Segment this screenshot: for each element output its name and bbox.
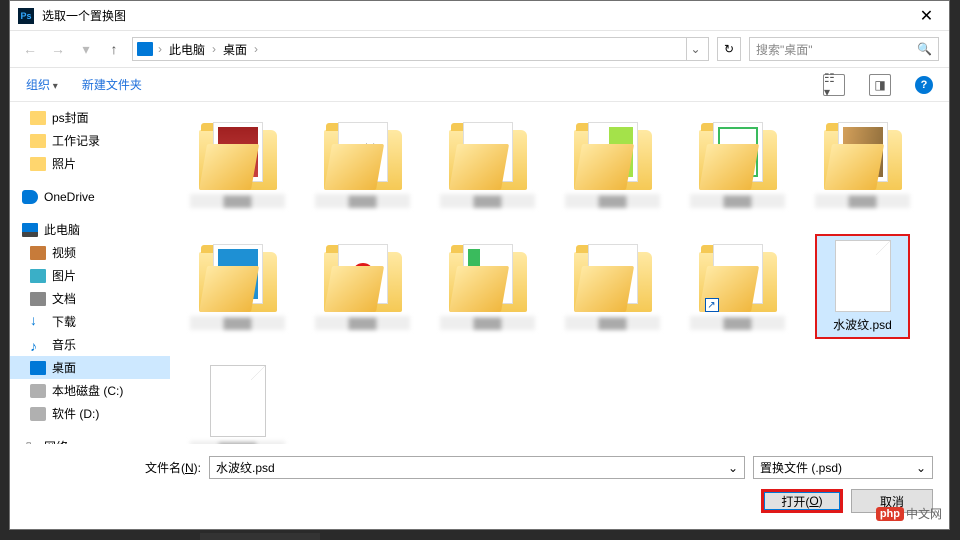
sidebar-item-onedrive[interactable]: OneDrive — [10, 185, 170, 208]
breadcrumb-sep-icon: › — [155, 42, 165, 56]
breadcrumb-sep-icon: › — [209, 42, 219, 56]
file-label-redacted: ▇▇▇ — [565, 194, 660, 208]
folder-item[interactable]: ▇▇▇ — [190, 112, 285, 214]
sidebar-item-ps-cover[interactable]: ps封面 — [10, 106, 170, 129]
open-button[interactable]: 打开(O) — [761, 489, 843, 513]
breadcrumb-root[interactable]: 此电脑 — [167, 41, 207, 58]
file-label-redacted: ▇▇▇ — [815, 194, 910, 208]
sidebar-item-music[interactable]: 音乐 — [10, 333, 170, 356]
sidebar-item-pictures[interactable]: 图片 — [10, 264, 170, 287]
folder-item[interactable]: {} ▇▇▇ — [190, 234, 285, 339]
toolbar: 组织 新建文件夹 ☷ ▾ ◨ ? — [10, 68, 949, 102]
window-title: 选取一个置换图 — [42, 7, 904, 24]
psd-file-item[interactable]: ▇▇▇▇ ▇▇ — [190, 359, 285, 444]
file-label-redacted: ▇▇▇▇ — [190, 441, 285, 444]
file-label-redacted: ▇▇▇ — [190, 316, 285, 330]
sidebar-item-this-pc[interactable]: 此电脑 — [10, 218, 170, 241]
dropdown-icon[interactable]: ⌄ — [728, 461, 738, 475]
file-label: 水波纹.psd — [815, 316, 910, 333]
sidebar-item-network[interactable]: 网络 — [10, 435, 170, 444]
navigation-bar: ← → ▾ ↑ › 此电脑 › 桌面 › ⌄ ↻ 搜索"桌面" 🔍 — [10, 31, 949, 68]
breadcrumb-bar[interactable]: › 此电脑 › 桌面 › ⌄ — [132, 37, 709, 61]
dropdown-icon: ⌄ — [916, 461, 926, 475]
psd-file-icon — [835, 240, 891, 312]
file-label-redacted: ▇▇▇ — [565, 316, 660, 330]
file-open-dialog: Ps 选取一个置换图 ✕ ← → ▾ ↑ › 此电脑 › 桌面 › ⌄ ↻ 搜索… — [9, 0, 950, 530]
sidebar-item-documents[interactable]: 文档 — [10, 287, 170, 310]
sidebar-item-disk-c[interactable]: 本地磁盘 (C:) — [10, 379, 170, 402]
photoshop-icon: Ps — [18, 8, 34, 24]
psd-file-selected[interactable]: 水波纹.psd — [815, 234, 910, 339]
titlebar: Ps 选取一个置换图 ✕ — [10, 1, 949, 31]
organize-menu[interactable]: 组织 — [26, 76, 58, 93]
folder-item[interactable]: ▇▇▇ — [565, 112, 660, 214]
search-icon: 🔍 — [917, 42, 932, 56]
folder-item[interactable]: ▇▇▇ — [440, 234, 535, 339]
folder-shortcut-item[interactable]: ↗ ▇▇▇ — [690, 234, 785, 339]
view-options-button[interactable]: ☷ ▾ — [823, 74, 845, 96]
sidebar-item-desktop[interactable]: 桌面 — [10, 356, 170, 379]
file-label-redacted: ▇▇▇ — [190, 194, 285, 208]
file-label-redacted: ▇▇▇ — [315, 316, 410, 330]
help-button[interactable]: ? — [915, 76, 933, 94]
shortcut-overlay-icon: ↗ — [705, 298, 719, 312]
sidebar-item-disk-d[interactable]: 软件 (D:) — [10, 402, 170, 425]
folder-item[interactable]: ▇▇▇ — [815, 112, 910, 214]
navigation-tree: ps封面 工作记录 照片 OneDrive 此电脑 视频 图片 文档 下载 音乐… — [10, 102, 170, 444]
file-label-redacted: ▇▇▇ — [690, 194, 785, 208]
search-placeholder: 搜索"桌面" — [756, 41, 917, 58]
main-area: ps封面 工作记录 照片 OneDrive 此电脑 视频 图片 文档 下载 音乐… — [10, 102, 949, 444]
file-type-filter[interactable]: 置换文件 (.psd) ⌄ — [753, 456, 933, 479]
watermark: php 中文网 — [876, 505, 942, 522]
filename-input[interactable]: 水波纹.psd ⌄ — [209, 456, 745, 479]
folder-item[interactable]: ▇▇▇ — [315, 234, 410, 339]
breadcrumb-sep-icon: › — [251, 42, 261, 56]
refresh-button[interactable]: ↻ — [717, 37, 741, 61]
breadcrumb-current[interactable]: 桌面 — [221, 41, 249, 58]
bottom-panel: 文件名(N): 水波纹.psd ⌄ 置换文件 (.psd) ⌄ 打开(O) 取消 — [10, 444, 949, 529]
new-folder-button[interactable]: 新建文件夹 — [82, 76, 142, 93]
search-input[interactable]: 搜索"桌面" 🔍 — [749, 37, 939, 61]
folder-item[interactable]: ▇▇▇ — [565, 234, 660, 339]
file-label-redacted: ▇▇▇ — [315, 194, 410, 208]
taskbar-fragment — [200, 533, 320, 540]
folder-item[interactable]: FastAdmin小白入门篇 ▇▇▇ — [315, 112, 410, 214]
back-button[interactable]: ← — [20, 39, 40, 59]
recent-dropdown[interactable]: ▾ — [76, 39, 96, 59]
watermark-badge: php — [876, 507, 904, 521]
forward-button: → — [48, 39, 68, 59]
file-list[interactable]: ▇▇▇ FastAdmin小白入门篇 ▇▇▇ ▇▇▇ ▇▇▇ S ▇▇▇ — [170, 102, 949, 444]
file-label-redacted: ▇▇▇ — [440, 316, 535, 330]
folder-item[interactable]: ▇▇▇ — [440, 112, 535, 214]
sidebar-item-downloads[interactable]: 下载 — [10, 310, 170, 333]
filename-label: 文件名(N): — [26, 459, 201, 476]
pc-icon — [137, 42, 153, 56]
folder-item[interactable]: S ▇▇▇ — [690, 112, 785, 214]
preview-pane-button[interactable]: ◨ — [869, 74, 891, 96]
sidebar-item-photos[interactable]: 照片 — [10, 152, 170, 175]
sidebar-item-work-log[interactable]: 工作记录 — [10, 129, 170, 152]
sidebar-item-video[interactable]: 视频 — [10, 241, 170, 264]
psd-file-icon — [210, 365, 266, 437]
up-button[interactable]: ↑ — [104, 39, 124, 59]
close-button[interactable]: ✕ — [904, 1, 949, 30]
breadcrumb-dropdown[interactable]: ⌄ — [686, 38, 704, 60]
watermark-text: 中文网 — [906, 505, 942, 522]
file-label-redacted: ▇▇▇ — [440, 194, 535, 208]
file-label-redacted: ▇▇▇ — [690, 316, 785, 330]
